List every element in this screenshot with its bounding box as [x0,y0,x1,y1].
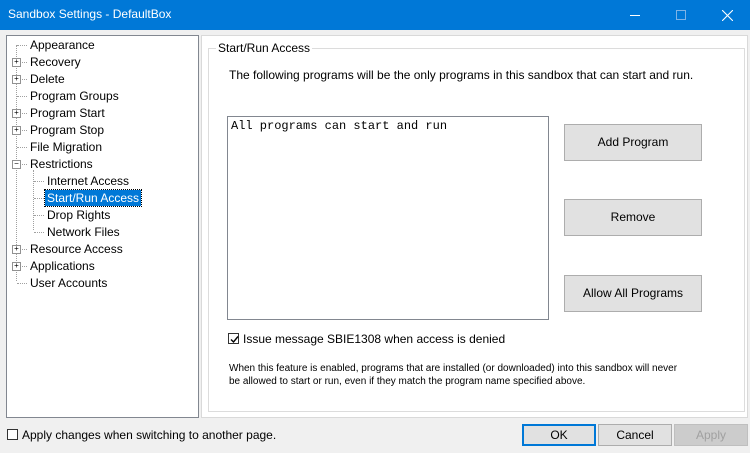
expand-plus-icon[interactable]: + [12,126,21,135]
tree-item-label: Start/Run Access [43,189,143,207]
program-list[interactable]: All programs can start and run [227,116,549,320]
issue-message-checkbox[interactable] [228,333,239,344]
tree-item-label: Drop Rights [47,208,111,222]
tree-item-label: Program Groups [30,89,119,103]
apply-on-switch-checkbox[interactable] [7,429,18,440]
tree-item-label: Recovery [30,55,81,69]
tree-item-label: Program Start [30,106,105,120]
tree-item-label: Internet Access [47,174,130,188]
apply-label: Apply [695,428,727,442]
cancel-label: Cancel [616,428,654,442]
expand-plus-icon[interactable]: + [12,75,21,84]
note-line-2: be allowed to start or run, even if they… [229,376,586,387]
window-title: Sandbox Settings - DefaultBox [8,7,172,21]
issue-message-label[interactable]: Issue message SBIE1308 when access is de… [243,332,505,346]
tree-item-label: Restrictions [30,157,93,171]
expand-plus-icon[interactable]: + [12,245,21,254]
tree-item-label: Resource Access [30,242,123,256]
apply-on-switch-label[interactable]: Apply changes when switching to another … [22,428,276,442]
cancel-button[interactable]: Cancel [598,424,672,446]
note-line-1: When this feature is enabled, programs t… [229,363,678,374]
tree-item-label: File Migration [30,140,103,154]
title-bar[interactable]: Sandbox Settings - DefaultBox [0,0,750,30]
tree-item-label: User Accounts [30,276,108,290]
remove-button[interactable]: Remove [564,199,702,236]
add-program-button[interactable]: Add Program [564,124,702,161]
close-icon[interactable] [704,0,750,30]
collapse-minus-icon[interactable]: − [12,160,21,169]
expand-plus-icon[interactable]: + [12,109,21,118]
checkmark-icon [230,336,239,344]
tree-item-label: Delete [30,72,65,86]
add-program-label: Add Program [597,135,669,149]
expand-plus-icon[interactable]: + [12,262,21,271]
minimize-icon[interactable] [612,0,658,30]
ok-label: OK [550,428,568,442]
tree-item-label: Network Files [47,225,120,239]
description-text: The following programs will be the only … [229,68,694,82]
maximize-icon [658,0,704,30]
apply-button: Apply [674,424,748,446]
tree-line [33,170,35,230]
expand-plus-icon[interactable]: + [12,58,21,67]
tree-item-label: Applications [30,259,95,273]
remove-label: Remove [610,210,656,224]
note-text: When this feature is enabled, programs t… [229,362,689,388]
ok-button[interactable]: OK [522,424,596,446]
group-title: Start/Run Access [216,41,313,55]
tree-item-label: Appearance [30,38,95,52]
tree-item-label: Program Stop [30,123,105,137]
list-item[interactable]: All programs can start and run [231,119,447,133]
allow-all-programs-label: Allow All Programs [582,286,684,300]
allow-all-programs-button[interactable]: Allow All Programs [564,275,702,312]
settings-tree[interactable]: Appearance + Recovery + Delete Program G… [6,35,199,418]
